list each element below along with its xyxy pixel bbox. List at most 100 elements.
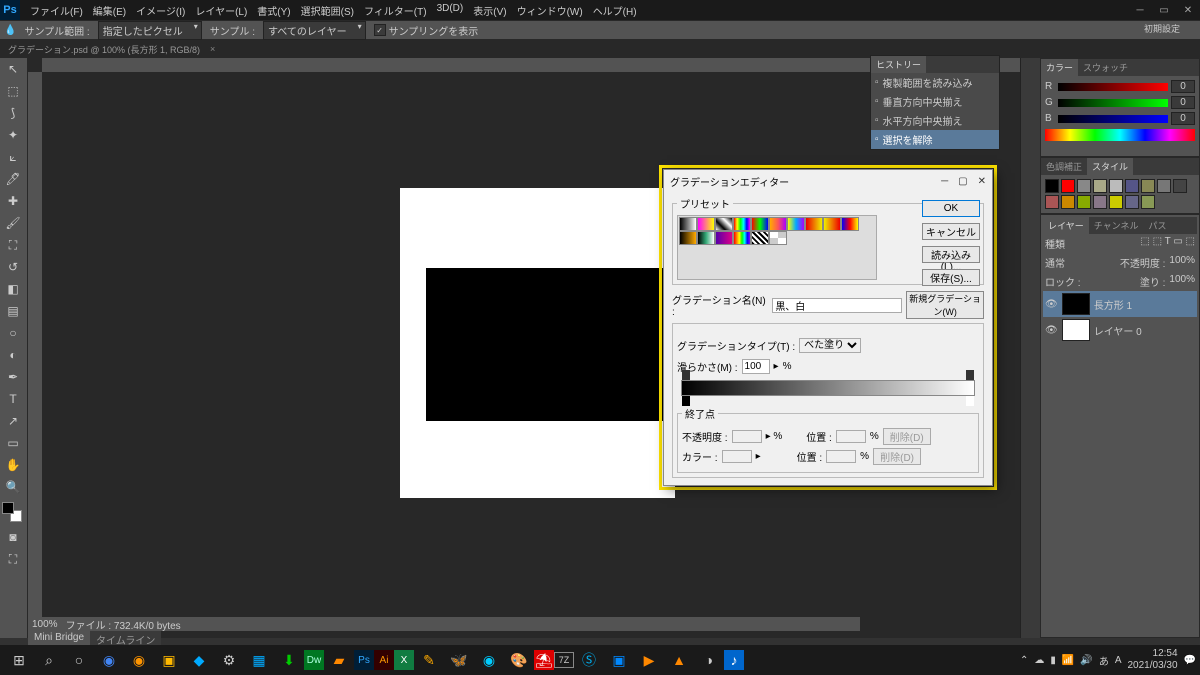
app-icon-9[interactable]: ▣ bbox=[604, 646, 634, 674]
style-swatch[interactable] bbox=[1109, 179, 1123, 193]
preset-swatch[interactable] bbox=[733, 217, 751, 231]
preset-swatch[interactable] bbox=[823, 217, 841, 231]
preset-swatch[interactable] bbox=[841, 217, 859, 231]
spectrum-bar[interactable] bbox=[1045, 129, 1195, 141]
history-item[interactable]: ▫水平方向中央揃え bbox=[871, 111, 999, 130]
skype-icon[interactable]: Ⓢ bbox=[574, 646, 604, 674]
dialog-close-icon[interactable]: ✕ bbox=[978, 176, 986, 187]
ok-button[interactable]: OK bbox=[922, 200, 980, 217]
style-swatch[interactable] bbox=[1093, 179, 1107, 193]
smooth-arrow-icon[interactable]: ▸ bbox=[774, 361, 779, 372]
style-swatch[interactable] bbox=[1061, 179, 1075, 193]
excel-icon[interactable]: X bbox=[394, 650, 414, 670]
sublime-icon[interactable]: ▰ bbox=[324, 646, 354, 674]
style-swatch[interactable] bbox=[1061, 195, 1075, 209]
lasso-tool-icon[interactable]: ⟆ bbox=[1, 103, 25, 123]
app-icon-8[interactable]: 7Z bbox=[554, 652, 574, 668]
zoom-tool-icon[interactable]: 🔍 bbox=[1, 477, 25, 497]
close-icon[interactable]: ✕ bbox=[1176, 1, 1200, 19]
save-button[interactable]: 保存(S)... bbox=[922, 269, 980, 286]
menu-3d[interactable]: 3D(D) bbox=[433, 1, 468, 20]
path-tool-icon[interactable]: ↗ bbox=[1, 411, 25, 431]
layer-thumb[interactable] bbox=[1062, 319, 1090, 341]
layer-row[interactable]: 👁レイヤー 0 bbox=[1043, 317, 1197, 343]
tab-swatch[interactable]: スウォッチ bbox=[1078, 59, 1133, 76]
app-icon-1[interactable]: ◆ bbox=[184, 646, 214, 674]
dialog-maximize-icon[interactable]: ▢ bbox=[958, 176, 967, 187]
preset-swatch[interactable] bbox=[697, 217, 715, 231]
opacity-stop-left[interactable] bbox=[682, 370, 690, 380]
pen-tool-icon[interactable]: ✒ bbox=[1, 367, 25, 387]
photoshop-icon[interactable]: Ps bbox=[354, 650, 374, 670]
style-swatch[interactable] bbox=[1157, 179, 1171, 193]
history-item[interactable]: ▫選択を解除 bbox=[871, 130, 999, 149]
type-tool-icon[interactable]: T bbox=[1, 389, 25, 409]
sample2-dropdown[interactable]: すべてのレイヤー bbox=[263, 21, 366, 40]
style-swatch[interactable] bbox=[1141, 179, 1155, 193]
eyedropper-icon[interactable]: 💧 bbox=[4, 25, 16, 36]
firefox-icon[interactable]: ◉ bbox=[124, 646, 154, 674]
tab-layers[interactable]: レイヤー bbox=[1043, 217, 1089, 234]
tab-style[interactable]: スタイル bbox=[1087, 158, 1133, 175]
tab-timeline[interactable]: タイムライン bbox=[90, 631, 161, 645]
sample-dropdown[interactable]: 指定したピクセル bbox=[98, 21, 202, 40]
quickmask-icon[interactable]: ◙ bbox=[1, 527, 25, 547]
gradient-bar[interactable] bbox=[681, 380, 975, 396]
app-icon-5[interactable]: 🦋 bbox=[444, 646, 474, 674]
app-icon-2[interactable]: ▦ bbox=[244, 646, 274, 674]
crop-tool-icon[interactable]: ⟀ bbox=[1, 147, 25, 167]
style-swatch[interactable] bbox=[1093, 195, 1107, 209]
preset-swatch[interactable] bbox=[751, 231, 769, 245]
start-icon[interactable]: ⊞ bbox=[4, 646, 34, 674]
b-slider[interactable] bbox=[1058, 115, 1168, 123]
eye-icon[interactable]: 👁 bbox=[1045, 299, 1058, 310]
settings-icon[interactable]: ⚙ bbox=[214, 646, 244, 674]
preset-swatch[interactable] bbox=[733, 231, 751, 245]
menu-select[interactable]: 選択範囲(S) bbox=[297, 1, 358, 20]
tray-cloud-icon[interactable]: ☁ bbox=[1034, 655, 1044, 666]
menu-help[interactable]: ヘルプ(H) bbox=[589, 1, 641, 20]
menu-edit[interactable]: 編集(E) bbox=[89, 1, 130, 20]
document-close-icon[interactable]: × bbox=[210, 44, 215, 54]
menu-filter[interactable]: フィルター(T) bbox=[360, 1, 431, 20]
app-icon-6[interactable]: ◉ bbox=[474, 646, 504, 674]
brush-tool-icon[interactable]: 🖌 bbox=[1, 213, 25, 233]
minimize-icon[interactable]: ─ bbox=[1128, 1, 1152, 19]
taskbar-clock[interactable]: 12:54 2021/03/30 bbox=[1127, 648, 1177, 672]
dialog-titlebar[interactable]: グラデーションエディター ─ ▢ ✕ bbox=[664, 170, 992, 192]
stamp-tool-icon[interactable]: ⛶ bbox=[1, 235, 25, 255]
g-slider[interactable] bbox=[1058, 99, 1168, 107]
tab-paths[interactable]: パス bbox=[1143, 217, 1171, 234]
maximize-icon[interactable]: ▭ bbox=[1152, 1, 1176, 19]
dialog-minimize-icon[interactable]: ─ bbox=[941, 176, 948, 187]
wand-tool-icon[interactable]: ✦ bbox=[1, 125, 25, 145]
tray-battery-icon[interactable]: ▮ bbox=[1050, 655, 1056, 666]
preset-swatch[interactable] bbox=[787, 217, 805, 231]
tray-wifi-icon[interactable]: 📶 bbox=[1062, 655, 1074, 666]
style-swatch[interactable] bbox=[1109, 195, 1123, 209]
preset-swatch[interactable] bbox=[679, 217, 697, 231]
dreamweaver-icon[interactable]: Dw bbox=[304, 650, 324, 670]
layers-mode[interactable]: 通常 bbox=[1045, 255, 1065, 270]
fg-color[interactable] bbox=[2, 502, 14, 514]
b-value[interactable]: 0 bbox=[1171, 112, 1195, 125]
right-dock-icons[interactable] bbox=[1020, 58, 1040, 638]
history-item[interactable]: ▫複製範囲を読み込み bbox=[871, 73, 999, 92]
preset-swatch[interactable] bbox=[805, 217, 823, 231]
explorer-icon[interactable]: ▣ bbox=[154, 646, 184, 674]
history-brush-icon[interactable]: ↺ bbox=[1, 257, 25, 277]
tab-color[interactable]: カラー bbox=[1041, 59, 1078, 76]
search-icon[interactable]: ⌕ bbox=[34, 646, 64, 674]
vlc-icon[interactable]: ▲ bbox=[664, 646, 694, 674]
cortana-icon[interactable]: ○ bbox=[64, 646, 94, 674]
tray-vol-icon[interactable]: 🔊 bbox=[1080, 655, 1092, 666]
move-tool-icon[interactable]: ↖ bbox=[1, 59, 25, 79]
chrome-icon[interactable]: ◉ bbox=[94, 646, 124, 674]
app-icon-10[interactable]: ▶ bbox=[634, 646, 664, 674]
preset-swatch[interactable] bbox=[715, 217, 733, 231]
illustrator-icon[interactable]: Ai bbox=[374, 650, 394, 670]
style-swatch[interactable] bbox=[1125, 179, 1139, 193]
style-swatch[interactable] bbox=[1173, 179, 1187, 193]
app-icon-12[interactable]: ♪ bbox=[724, 650, 744, 670]
app-icon-7[interactable]: 🎨 bbox=[504, 646, 534, 674]
